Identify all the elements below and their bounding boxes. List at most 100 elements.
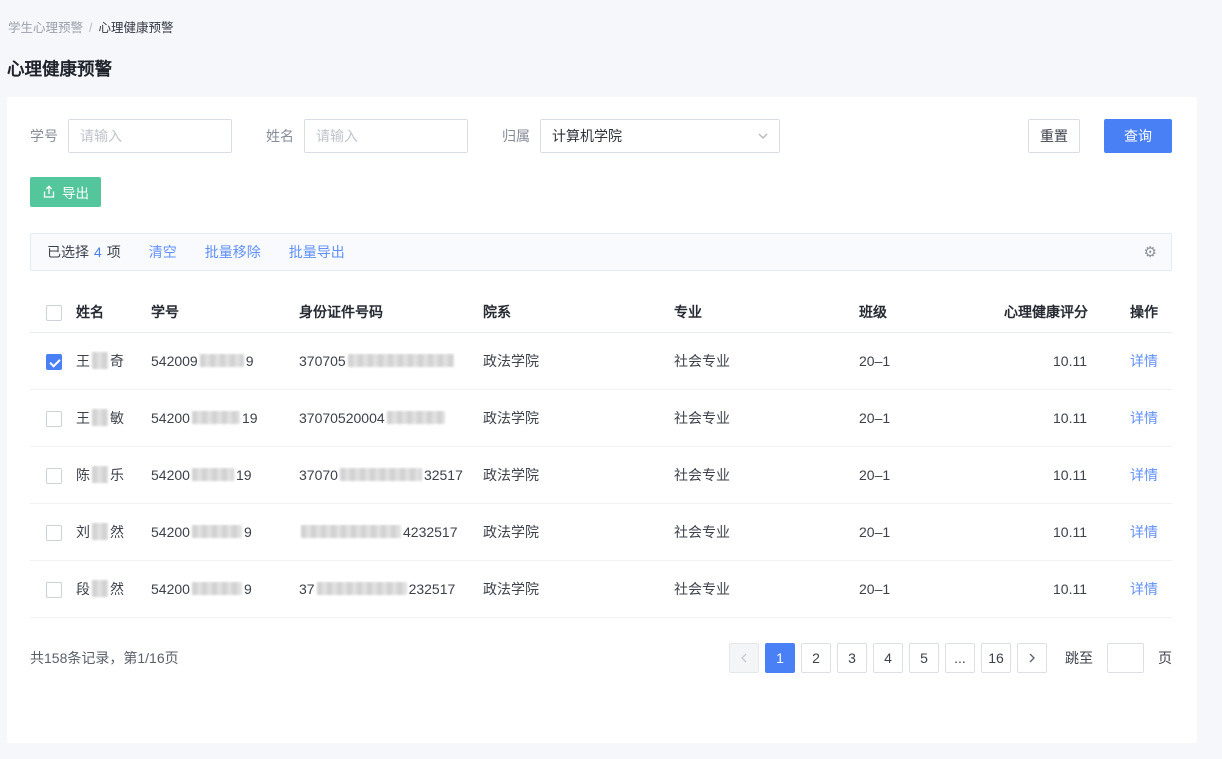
- row-checkbox[interactable]: [46, 468, 62, 484]
- cell-action: 详情: [1130, 579, 1172, 599]
- breadcrumb-separator: /: [89, 21, 92, 35]
- row-checkbox[interactable]: [46, 525, 62, 541]
- filter-student-id: 学号: [30, 119, 232, 153]
- cell-major: 社会专业: [674, 351, 859, 371]
- pagination-page-3[interactable]: 3: [837, 643, 867, 673]
- pagination-next-button[interactable]: [1017, 643, 1047, 673]
- student-id-text: 9: [246, 353, 254, 369]
- jump-page-unit: 页: [1158, 648, 1172, 668]
- cell-id-card: 370705: [299, 353, 483, 369]
- name-text: 陈: [76, 467, 90, 483]
- cell-name: 陈乐: [76, 465, 151, 485]
- student-id-text: 19: [236, 467, 252, 483]
- cell-department: 政法学院: [483, 522, 674, 542]
- id-card-text: 37070520004: [299, 410, 385, 426]
- select-all-checkbox[interactable]: [46, 305, 62, 321]
- detail-link[interactable]: 详情: [1130, 353, 1158, 369]
- cell-id-card: 37070 32517: [299, 467, 483, 483]
- reset-button[interactable]: 重置: [1028, 119, 1080, 153]
- pagination-prev-button[interactable]: [729, 643, 759, 673]
- cell-class: 20–1: [859, 410, 1004, 426]
- student-id-input[interactable]: [68, 119, 232, 153]
- name-text: 刘: [76, 524, 90, 540]
- id-card-text: 4232517: [403, 524, 458, 540]
- name-text: 奇: [110, 353, 124, 369]
- cell-score: 10.11: [1004, 467, 1130, 483]
- redacted-block: [387, 411, 445, 424]
- search-button[interactable]: 查询: [1104, 119, 1172, 153]
- row-checkbox[interactable]: [46, 582, 62, 598]
- belong-label: 归属: [502, 126, 530, 146]
- name-text: 王: [76, 410, 90, 426]
- detail-link[interactable]: 详情: [1130, 410, 1158, 426]
- cell-score: 10.11: [1004, 524, 1130, 540]
- pagination-ellipsis[interactable]: ...: [945, 643, 975, 673]
- student-id-text: 542009: [151, 353, 198, 369]
- row-checkbox-cell: [30, 352, 76, 369]
- cell-name: 王奇: [76, 351, 151, 371]
- cell-id-card: 4232517: [299, 524, 483, 540]
- row-checkbox-cell: [30, 523, 76, 540]
- breadcrumb-current: 心理健康预警: [99, 21, 174, 35]
- detail-link[interactable]: 详情: [1130, 581, 1158, 597]
- header-score: 心理健康评分: [1004, 302, 1130, 322]
- cell-department: 政法学院: [483, 579, 674, 599]
- header-action: 操作: [1130, 302, 1172, 322]
- table-row: 段然 542009 37232517 政法学院 社会专业 20–1 10.11 …: [30, 561, 1172, 618]
- table-row: 刘然 542009 4232517 政法学院 社会专业 20–1 10.11 详…: [30, 504, 1172, 561]
- row-checkbox-cell: [30, 466, 76, 483]
- student-id-label: 学号: [30, 126, 58, 146]
- student-id-text: 54200: [151, 467, 190, 483]
- header-department: 院系: [483, 302, 674, 322]
- detail-link[interactable]: 详情: [1130, 467, 1158, 483]
- belong-select[interactable]: 计算机学院: [540, 119, 780, 153]
- cell-id-card: 37070520004: [299, 410, 483, 426]
- batch-export-link[interactable]: 批量导出: [289, 242, 345, 262]
- cell-action: 详情: [1130, 522, 1172, 542]
- record-summary: 共158条记录，第1/16页: [30, 648, 179, 668]
- pagination: 共158条记录，第1/16页 1 2 3 4 5 ... 16 跳至 页: [30, 643, 1172, 673]
- cell-department: 政法学院: [483, 465, 674, 485]
- cell-major: 社会专业: [674, 522, 859, 542]
- redacted-block: [301, 525, 401, 538]
- filter-actions: 重置 查询: [1028, 119, 1172, 153]
- batch-remove-link[interactable]: 批量移除: [205, 242, 261, 262]
- redacted-block: [340, 468, 422, 481]
- pagination-page-2[interactable]: 2: [801, 643, 831, 673]
- header-major: 专业: [674, 302, 859, 322]
- name-text: 然: [110, 524, 124, 540]
- name-input[interactable]: [304, 119, 468, 153]
- settings-button[interactable]: ⚙: [1144, 245, 1157, 260]
- row-checkbox[interactable]: [46, 411, 62, 427]
- header-name: 姓名: [76, 302, 151, 322]
- jump-page-input[interactable]: [1107, 643, 1144, 673]
- gear-icon: ⚙: [1144, 244, 1157, 261]
- export-button[interactable]: 导出: [30, 177, 101, 207]
- pagination-page-16[interactable]: 16: [981, 643, 1011, 673]
- name-label: 姓名: [266, 126, 294, 146]
- breadcrumb-parent[interactable]: 学生心理预警: [8, 21, 83, 35]
- warning-table: 姓名 学号 身份证件号码 院系 专业 班级 心理健康评分 操作 王奇 54200…: [30, 292, 1172, 618]
- table-row: 王奇 5420099 370705 政法学院 社会专业 20–1 10.11 详…: [30, 333, 1172, 390]
- cell-student-id: 5420019: [151, 410, 299, 426]
- pagination-page-5[interactable]: 5: [909, 643, 939, 673]
- redacted-block: [92, 580, 108, 597]
- cell-action: 详情: [1130, 351, 1172, 371]
- breadcrumb: 学生心理预警 / 心理健康预警: [0, 0, 1222, 36]
- pagination-page-4[interactable]: 4: [873, 643, 903, 673]
- table-row: 王敏 5420019 37070520004 政法学院 社会专业 20–1 10…: [30, 390, 1172, 447]
- redacted-block: [92, 523, 108, 540]
- id-card-text: 32517: [424, 467, 463, 483]
- pagination-page-1[interactable]: 1: [765, 643, 795, 673]
- clear-selection-link[interactable]: 清空: [149, 242, 177, 262]
- id-card-text: 37070: [299, 467, 338, 483]
- name-text: 然: [110, 581, 124, 597]
- cell-action: 详情: [1130, 408, 1172, 428]
- cell-student-id: 542009: [151, 581, 299, 597]
- cell-id-card: 37232517: [299, 581, 483, 597]
- row-checkbox[interactable]: [46, 354, 62, 370]
- chevron-down-icon: [758, 131, 768, 141]
- redacted-block: [192, 525, 242, 538]
- detail-link[interactable]: 详情: [1130, 524, 1158, 540]
- selection-bar: 已选择 4 项 清空 批量移除 批量导出 ⚙: [30, 233, 1172, 271]
